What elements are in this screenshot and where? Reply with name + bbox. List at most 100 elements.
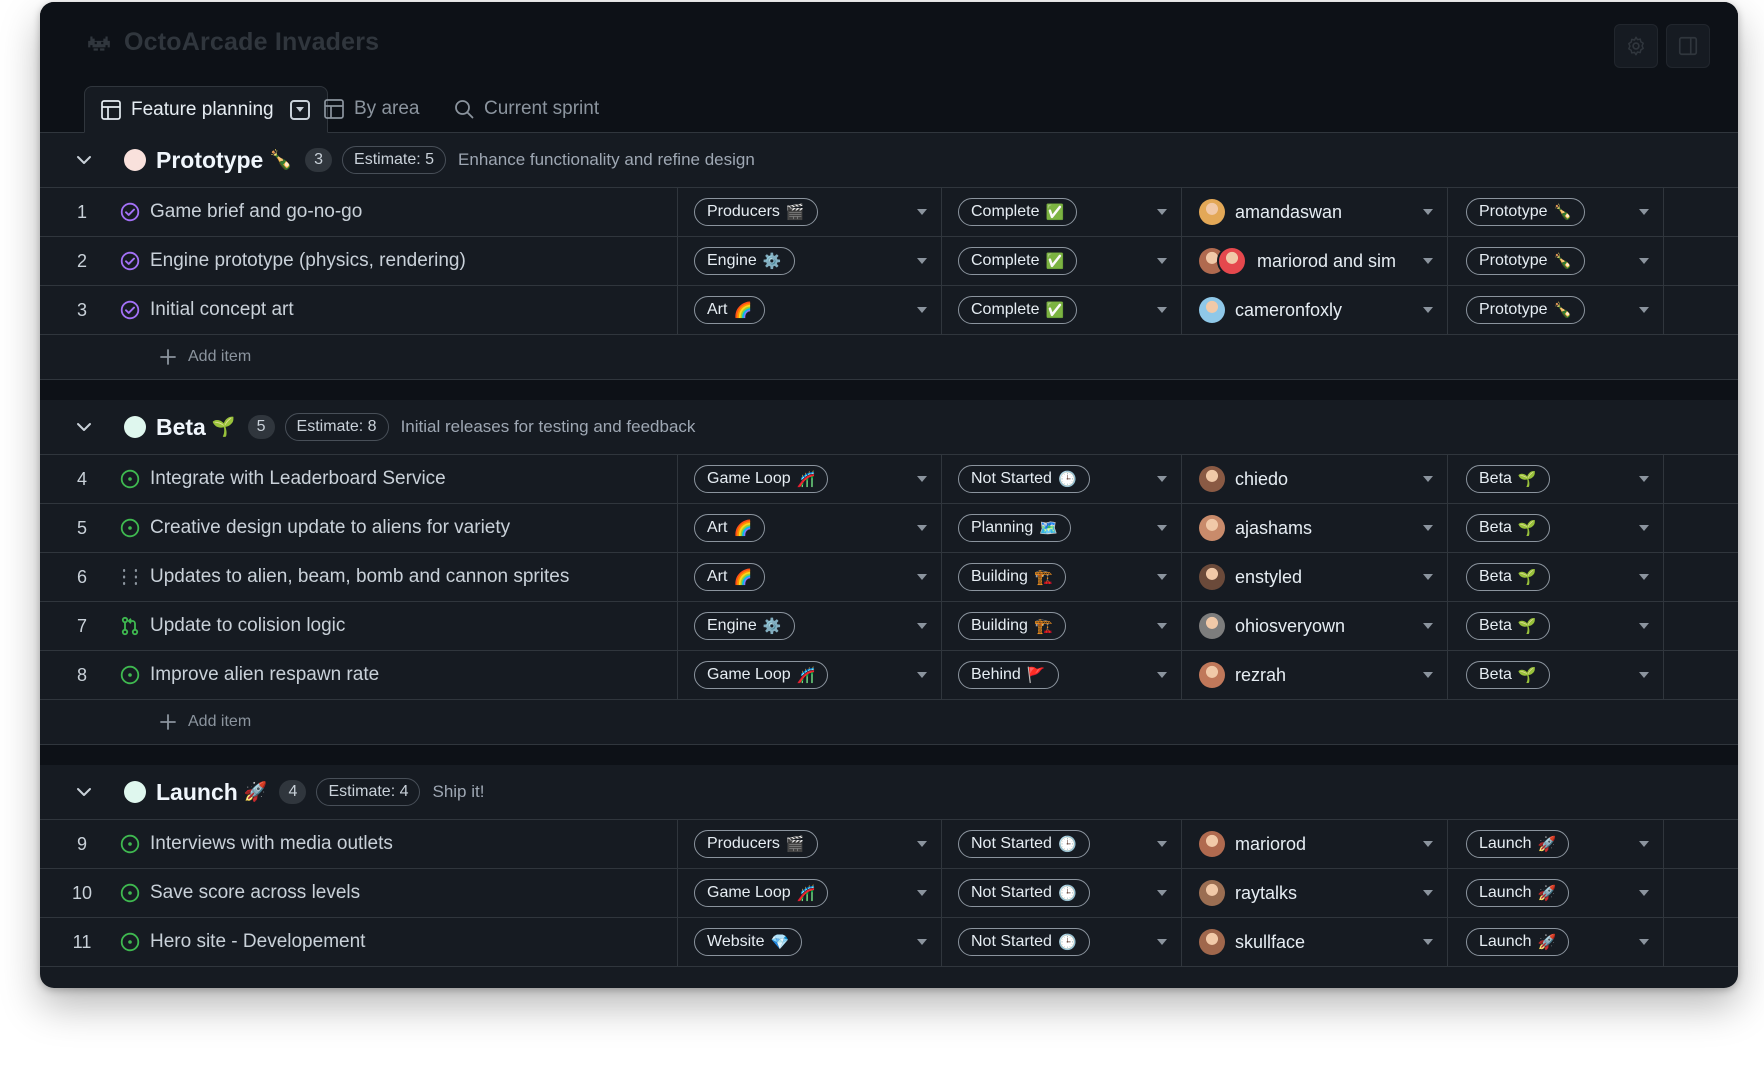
area-cell[interactable]: Engine ⚙️ [678, 237, 942, 285]
phase-dropdown-caret-icon[interactable] [1639, 939, 1649, 945]
area-dropdown-caret-icon[interactable] [917, 841, 927, 847]
assignee-dropdown-caret-icon[interactable] [1423, 258, 1433, 264]
phase-dropdown-caret-icon[interactable] [1639, 841, 1649, 847]
table-row[interactable]: 11 Hero site - Developement Website 💎 Not St… [40, 918, 1738, 967]
item-title[interactable]: Update to colision logic [150, 615, 345, 637]
item-title[interactable]: Interviews with media outlets [150, 833, 393, 855]
status-dropdown-caret-icon[interactable] [1157, 476, 1167, 482]
item-title-cell[interactable]: Engine prototype (physics, rendering) [110, 237, 678, 285]
status-dropdown-caret-icon[interactable] [1157, 890, 1167, 896]
area-dropdown-caret-icon[interactable] [917, 574, 927, 580]
table-row[interactable]: 9 Interviews with media outlets Producers 🎬… [40, 820, 1738, 869]
status-dropdown-caret-icon[interactable] [1157, 525, 1167, 531]
area-cell[interactable]: Art 🌈 [678, 504, 942, 552]
area-cell[interactable]: Game Loop 🎢 [678, 651, 942, 699]
item-title-cell[interactable]: Updates to alien, beam, bomb and cannon … [110, 553, 678, 601]
tab-options-button[interactable] [289, 99, 310, 120]
status-cell[interactable]: Building 🏗️ [942, 553, 1182, 601]
item-title[interactable]: Creative design update to aliens for var… [150, 517, 510, 539]
table-row[interactable]: 7 Update to colision logic Engine ⚙️ Buildin… [40, 602, 1738, 651]
phase-dropdown-caret-icon[interactable] [1639, 890, 1649, 896]
assignee-dropdown-caret-icon[interactable] [1423, 841, 1433, 847]
tab-feature-planning[interactable]: Feature planning [84, 86, 328, 133]
status-cell[interactable]: Behind 🚩 [942, 651, 1182, 699]
status-cell[interactable]: Not Started 🕒 [942, 869, 1182, 917]
area-dropdown-caret-icon[interactable] [917, 209, 927, 215]
area-dropdown-caret-icon[interactable] [917, 476, 927, 482]
item-title-cell[interactable]: Interviews with media outlets [110, 820, 678, 868]
item-title-cell[interactable]: Save score across levels [110, 869, 678, 917]
area-cell[interactable]: Producers 🎬 [678, 820, 942, 868]
item-title[interactable]: Hero site - Developement [150, 931, 365, 953]
table-row[interactable]: 10 Save score across levels Game Loop 🎢 Not … [40, 869, 1738, 918]
status-dropdown-caret-icon[interactable] [1157, 209, 1167, 215]
settings-button[interactable] [1614, 24, 1658, 68]
phase-dropdown-caret-icon[interactable] [1639, 307, 1649, 313]
area-cell[interactable]: Game Loop 🎢 [678, 455, 942, 503]
phase-dropdown-caret-icon[interactable] [1639, 574, 1649, 580]
assignee-cell[interactable]: cameronfoxly [1182, 286, 1448, 334]
area-cell[interactable]: Art 🌈 [678, 553, 942, 601]
phase-cell[interactable]: Prototype 🍾 [1448, 188, 1664, 236]
status-cell[interactable]: Complete ✅ [942, 237, 1182, 285]
status-cell[interactable]: Not Started 🕒 [942, 820, 1182, 868]
group-collapse-toggle[interactable] [68, 422, 100, 432]
item-title[interactable]: Engine prototype (physics, rendering) [150, 250, 466, 272]
status-cell[interactable]: Not Started 🕒 [942, 918, 1182, 966]
status-dropdown-caret-icon[interactable] [1157, 939, 1167, 945]
area-cell[interactable]: Game Loop 🎢 [678, 869, 942, 917]
phase-cell[interactable]: Beta 🌱 [1448, 455, 1664, 503]
area-cell[interactable]: Engine ⚙️ [678, 602, 942, 650]
area-dropdown-caret-icon[interactable] [917, 258, 927, 264]
phase-cell[interactable]: Launch 🚀 [1448, 869, 1664, 917]
item-title[interactable]: Integrate with Leaderboard Service [150, 468, 446, 490]
phase-cell[interactable]: Beta 🌱 [1448, 602, 1664, 650]
table-row[interactable]: 3 Initial concept art Art 🌈 Complete ✅ cameron… [40, 286, 1738, 335]
status-dropdown-caret-icon[interactable] [1157, 672, 1167, 678]
assignee-cell[interactable]: rezrah [1182, 651, 1448, 699]
phase-dropdown-caret-icon[interactable] [1639, 258, 1649, 264]
status-dropdown-caret-icon[interactable] [1157, 841, 1167, 847]
status-dropdown-caret-icon[interactable] [1157, 574, 1167, 580]
add-item-button[interactable]: Add item [40, 335, 1738, 380]
status-dropdown-caret-icon[interactable] [1157, 623, 1167, 629]
item-title[interactable]: Save score across levels [150, 882, 360, 904]
phase-dropdown-caret-icon[interactable] [1639, 476, 1649, 482]
item-title[interactable]: Improve alien respawn rate [150, 664, 379, 686]
area-cell[interactable]: Art 🌈 [678, 286, 942, 334]
table-row[interactable]: 1 Game brief and go-no-go Producers 🎬 Comple… [40, 188, 1738, 237]
add-item-button[interactable]: Add item [40, 700, 1738, 745]
status-dropdown-caret-icon[interactable] [1157, 307, 1167, 313]
item-title-cell[interactable]: Creative design update to aliens for var… [110, 504, 678, 552]
assignee-dropdown-caret-icon[interactable] [1423, 209, 1433, 215]
phase-dropdown-caret-icon[interactable] [1639, 623, 1649, 629]
assignee-dropdown-caret-icon[interactable] [1423, 672, 1433, 678]
status-cell[interactable]: Not Started 🕒 [942, 455, 1182, 503]
assignee-dropdown-caret-icon[interactable] [1423, 939, 1433, 945]
table-row[interactable]: 2 Engine prototype (physics, rendering) En… [40, 237, 1738, 286]
group-collapse-toggle[interactable] [68, 155, 100, 165]
area-dropdown-caret-icon[interactable] [917, 672, 927, 678]
group-collapse-toggle[interactable] [68, 787, 100, 797]
assignee-cell[interactable]: mariorod [1182, 820, 1448, 868]
assignee-dropdown-caret-icon[interactable] [1423, 476, 1433, 482]
area-dropdown-caret-icon[interactable] [917, 623, 927, 629]
area-dropdown-caret-icon[interactable] [917, 525, 927, 531]
area-cell[interactable]: Website 💎 [678, 918, 942, 966]
phase-dropdown-caret-icon[interactable] [1639, 525, 1649, 531]
phase-dropdown-caret-icon[interactable] [1639, 209, 1649, 215]
tab-current-sprint[interactable]: Current sprint [438, 86, 638, 132]
item-title-cell[interactable]: Hero site - Developement [110, 918, 678, 966]
item-title-cell[interactable]: Integrate with Leaderboard Service [110, 455, 678, 503]
side-panel-button[interactable] [1666, 24, 1710, 68]
assignee-cell[interactable]: enstyled [1182, 553, 1448, 601]
assignee-cell[interactable]: mariorod and sim [1182, 237, 1448, 285]
area-cell[interactable]: Producers 🎬 [678, 188, 942, 236]
item-title[interactable]: Initial concept art [150, 299, 294, 321]
item-title-cell[interactable]: Initial concept art [110, 286, 678, 334]
table-row[interactable]: 4 Integrate with Leaderboard Service Game … [40, 455, 1738, 504]
assignee-cell[interactable]: raytalks [1182, 869, 1448, 917]
assignee-dropdown-caret-icon[interactable] [1423, 574, 1433, 580]
assignee-cell[interactable]: ohiosveryown [1182, 602, 1448, 650]
phase-cell[interactable]: Launch 🚀 [1448, 820, 1664, 868]
